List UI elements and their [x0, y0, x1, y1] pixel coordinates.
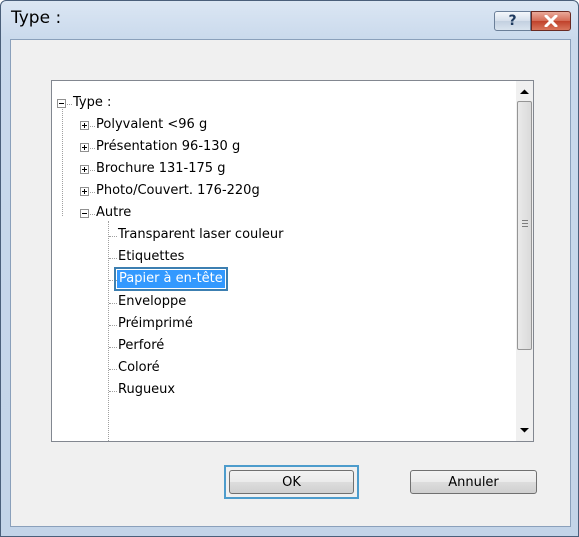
tree-child-item[interactable]: Transparent laser couleur	[118, 226, 283, 244]
tree-item-autre[interactable]: Autre	[96, 204, 131, 222]
dialog-client: Type : Polyvalent <96 g Présentation 96-…	[10, 39, 571, 527]
expand-icon[interactable]	[80, 121, 89, 130]
arrow-up-icon	[520, 89, 529, 94]
scroll-up-button[interactable]	[516, 83, 533, 100]
close-icon	[544, 15, 558, 27]
expand-icon[interactable]	[80, 143, 89, 152]
ok-button[interactable]: OK	[229, 470, 354, 494]
scroll-thumb[interactable]	[517, 101, 532, 350]
tree-item-photo[interactable]: Photo/Couvert. 176-220g	[96, 182, 260, 200]
type-tree[interactable]: Type : Polyvalent <96 g Présentation 96-…	[51, 80, 534, 442]
tree-child-item[interactable]: Perforé	[118, 337, 164, 355]
tree-child-item[interactable]: Rugueux	[118, 381, 175, 399]
cancel-button[interactable]: Annuler	[410, 470, 537, 494]
dialog-window: Type : ? Type : Polyvalent <96 g Présent…	[0, 0, 579, 537]
vertical-scrollbar[interactable]	[516, 81, 533, 441]
tree-item-polyvalent[interactable]: Polyvalent <96 g	[96, 116, 207, 134]
arrow-down-icon	[520, 427, 529, 432]
collapse-icon[interactable]	[80, 209, 89, 218]
expand-icon[interactable]	[80, 187, 89, 196]
root-collapse-icon[interactable]	[57, 99, 66, 108]
close-button[interactable]	[531, 11, 571, 31]
tree-item-presentation[interactable]: Présentation 96-130 g	[96, 138, 240, 156]
tree-child-item[interactable]: Coloré	[118, 359, 160, 377]
tree-root[interactable]: Type :	[73, 94, 111, 112]
tree-child-item[interactable]: Enveloppe	[118, 293, 186, 311]
tree-item-brochure[interactable]: Brochure 131-175 g	[96, 160, 225, 178]
tree-child-item[interactable]: Préimprimé	[118, 315, 193, 333]
help-icon: ?	[508, 13, 517, 29]
title-bar[interactable]: Type : ?	[1, 1, 578, 37]
tree-child-item-selected[interactable]: Papier à en-tête	[114, 267, 228, 291]
tree-content: Type : Polyvalent <96 g Présentation 96-…	[52, 81, 516, 441]
window-title: Type :	[11, 8, 62, 28]
scroll-down-button[interactable]	[516, 421, 533, 438]
expand-icon[interactable]	[80, 165, 89, 174]
tree-child-item[interactable]: Etiquettes	[118, 248, 184, 266]
help-button[interactable]: ?	[494, 11, 531, 31]
